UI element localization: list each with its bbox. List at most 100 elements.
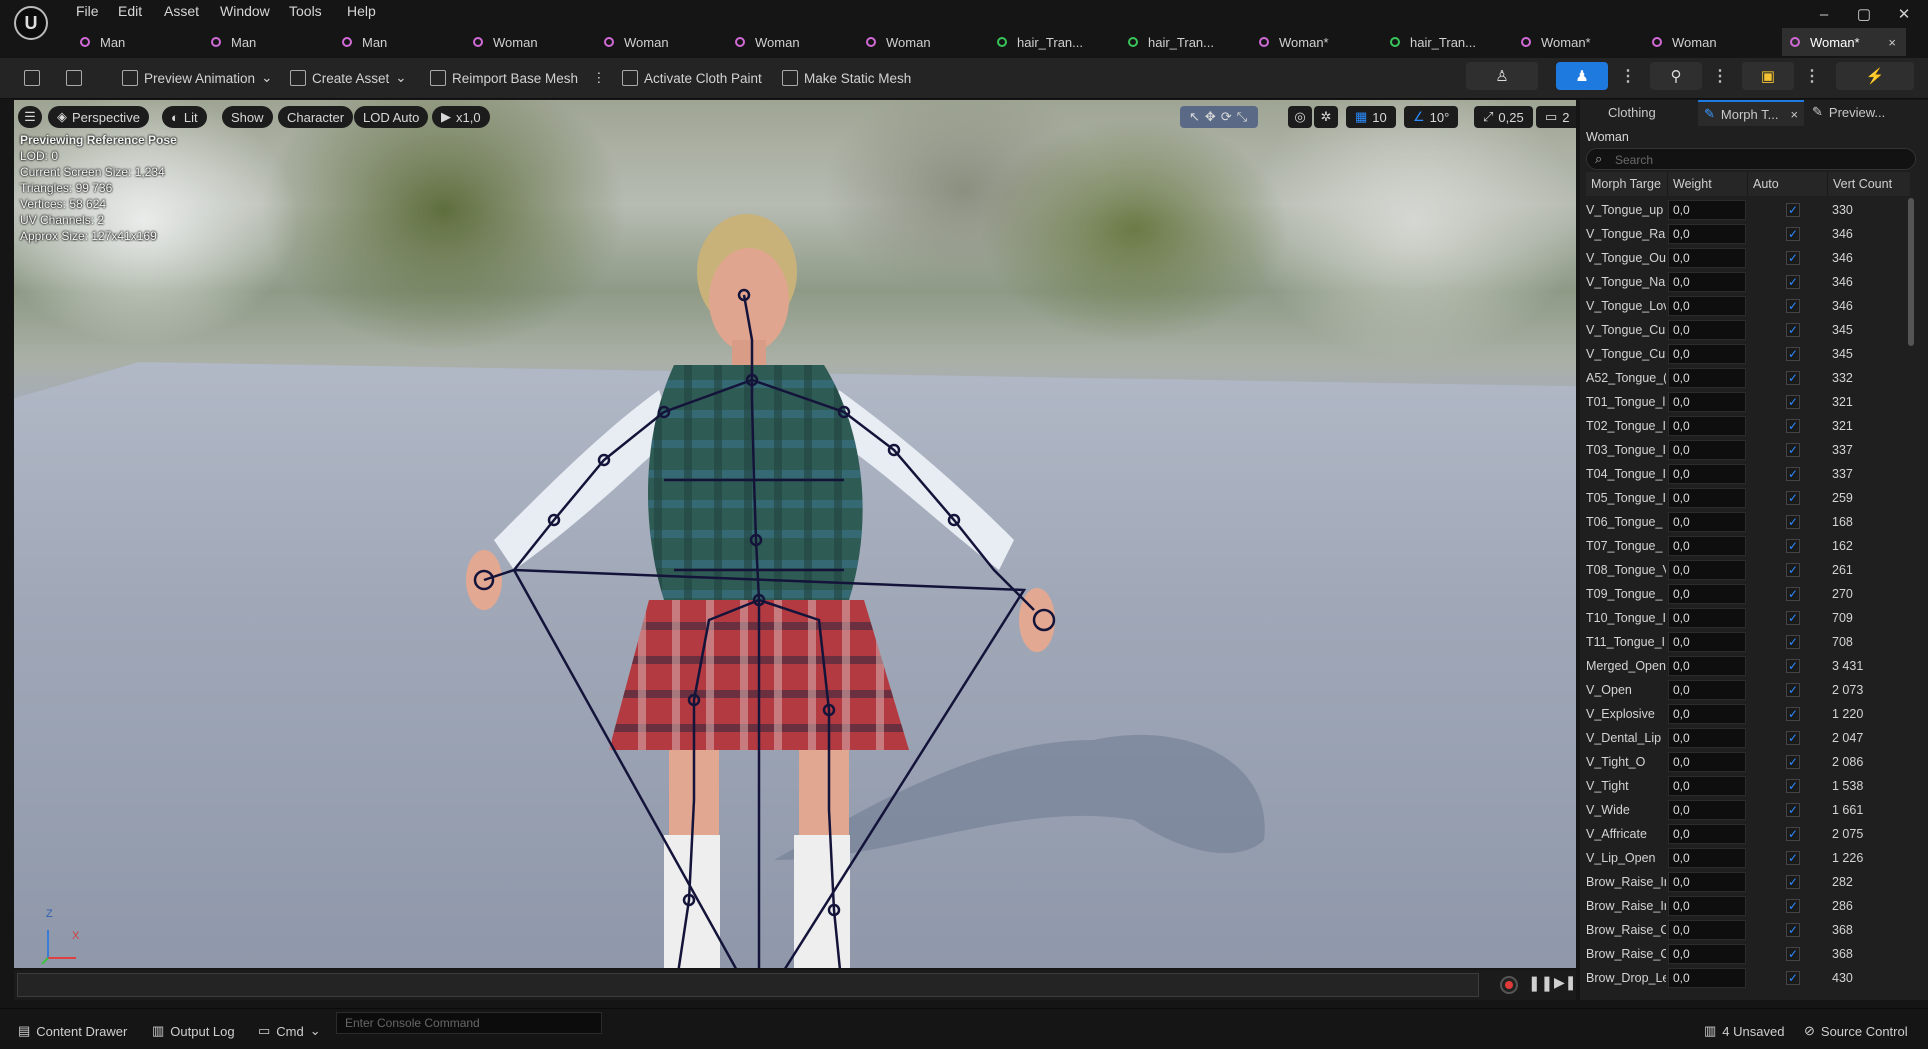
tab-woman-5[interactable]: Woman <box>1652 28 1782 56</box>
table-row[interactable]: A52_Tongue_(0,0 ✓ 332 <box>1586 366 1910 390</box>
tab-hair-1[interactable]: hair_Tran... <box>997 28 1127 56</box>
auto-checkbox[interactable]: ✓ <box>1786 395 1800 409</box>
activate-cloth-paint-button[interactable]: Activate Cloth Paint <box>622 66 762 90</box>
source-control-button[interactable]: ⊘ Source Control <box>1804 1023 1908 1039</box>
more-options-icon[interactable]: ⋮ <box>592 70 606 86</box>
animation-mode-options[interactable]: ⋮ <box>1712 66 1728 86</box>
table-row[interactable]: Brow_Raise_Ir 0,0 ✓ 286 <box>1586 894 1910 918</box>
table-row[interactable]: V_Tight 0,0 ✓ 1 538 <box>1586 774 1910 798</box>
table-row[interactable]: T09_Tongue_ 0,0 ✓ 270 <box>1586 582 1910 606</box>
tab-woman-4[interactable]: Woman <box>866 28 996 56</box>
tab-man-1[interactable]: Man <box>80 28 210 56</box>
weight-field[interactable]: 0,0 <box>1668 584 1746 604</box>
weight-field[interactable]: 0,0 <box>1668 656 1746 676</box>
auto-checkbox[interactable]: ✓ <box>1786 227 1800 241</box>
grid-snap-button[interactable]: ▦ 10 <box>1346 106 1396 128</box>
weight-field[interactable]: 0,0 <box>1668 464 1746 484</box>
table-row[interactable]: T04_Tongue_I 0,0 ✓ 337 <box>1586 462 1910 486</box>
table-row[interactable]: V_Tight_O 0,0 ✓ 2 086 <box>1586 750 1910 774</box>
auto-checkbox[interactable]: ✓ <box>1786 899 1800 913</box>
weight-field[interactable]: 0,0 <box>1668 632 1746 652</box>
auto-checkbox[interactable]: ✓ <box>1786 347 1800 361</box>
timeline-scrubber[interactable] <box>17 973 1479 997</box>
weight-field[interactable]: 0,0 <box>1668 344 1746 364</box>
tab-man-2[interactable]: Man <box>211 28 341 56</box>
weight-field[interactable]: 0,0 <box>1668 200 1746 220</box>
auto-checkbox[interactable]: ✓ <box>1786 779 1800 793</box>
tab-hair-2[interactable]: hair_Tran... <box>1128 28 1258 56</box>
close-tab-icon[interactable]: × <box>1790 107 1798 122</box>
table-row[interactable]: V_Lip_Open 0,0 ✓ 1 226 <box>1586 846 1910 870</box>
auto-checkbox[interactable]: ✓ <box>1786 587 1800 601</box>
table-row[interactable]: V_Open 0,0 ✓ 2 073 <box>1586 678 1910 702</box>
table-row[interactable]: T10_Tongue_I 0,0 ✓ 709 <box>1586 606 1910 630</box>
weight-field[interactable]: 0,0 <box>1668 296 1746 316</box>
auto-checkbox[interactable]: ✓ <box>1786 539 1800 553</box>
blueprint-mode-button[interactable]: ▣ <box>1742 62 1794 90</box>
table-row[interactable]: V_Tongue_Na 0,0 ✓ 346 <box>1586 270 1910 294</box>
minimize-button[interactable]: – <box>1804 4 1844 26</box>
tab-woman-unsaved-2[interactable]: Woman* <box>1521 28 1651 56</box>
weight-field[interactable]: 0,0 <box>1668 488 1746 508</box>
weight-field[interactable]: 0,0 <box>1668 944 1746 964</box>
auto-checkbox[interactable]: ✓ <box>1786 467 1800 481</box>
make-static-mesh-button[interactable]: Make Static Mesh <box>782 66 911 90</box>
rotation-snap-button[interactable]: ∠ 10° <box>1404 106 1459 128</box>
auto-checkbox[interactable]: ✓ <box>1786 563 1800 577</box>
table-row[interactable]: Merged_Open 0,0 ✓ 3 431 <box>1586 654 1910 678</box>
tab-hair-3[interactable]: hair_Tran... <box>1390 28 1520 56</box>
perspective-button[interactable]: ◈ Perspective <box>48 106 149 128</box>
camera-speed-button[interactable]: ▭ 2 <box>1536 106 1576 128</box>
menu-help[interactable]: Help <box>347 3 376 19</box>
console-command-input[interactable] <box>343 1013 597 1033</box>
weight-field[interactable]: 0,0 <box>1668 392 1746 412</box>
weight-field[interactable]: 0,0 <box>1668 560 1746 580</box>
auto-checkbox[interactable]: ✓ <box>1786 731 1800 745</box>
play-rate-button[interactable]: ▶ x1,0 <box>432 106 490 128</box>
auto-checkbox[interactable]: ✓ <box>1786 755 1800 769</box>
auto-checkbox[interactable]: ✓ <box>1786 827 1800 841</box>
auto-checkbox[interactable]: ✓ <box>1786 275 1800 289</box>
weight-field[interactable]: 0,0 <box>1668 920 1746 940</box>
skeleton-mode-button[interactable]: ♙ <box>1466 62 1538 90</box>
auto-checkbox[interactable]: ✓ <box>1786 947 1800 961</box>
mesh-mode-button[interactable]: ♟ <box>1556 62 1608 90</box>
table-row[interactable]: V_Affricate 0,0 ✓ 2 075 <box>1586 822 1910 846</box>
table-row[interactable]: V_Dental_Lip 0,0 ✓ 2 047 <box>1586 726 1910 750</box>
auto-checkbox[interactable]: ✓ <box>1786 707 1800 721</box>
viewport-menu-button[interactable]: ☰ <box>18 106 42 128</box>
physics-mode-button[interactable]: ⚡ <box>1836 62 1914 90</box>
table-row[interactable]: Brow_Raise_C 0,0 ✓ 368 <box>1586 918 1910 942</box>
morph-search-input[interactable] <box>1613 151 1907 169</box>
table-row[interactable]: T11_Tongue_I 0,0 ✓ 708 <box>1586 630 1910 654</box>
auto-checkbox[interactable]: ✓ <box>1786 491 1800 505</box>
menu-file[interactable]: File <box>76 3 99 19</box>
weight-field[interactable]: 0,0 <box>1668 968 1746 988</box>
surface-snap-button[interactable]: ✲ <box>1314 106 1338 128</box>
tab-woman-active[interactable]: Woman* × <box>1782 28 1906 56</box>
col-auto[interactable]: Auto <box>1748 172 1828 196</box>
weight-field[interactable]: 0,0 <box>1668 512 1746 532</box>
maximize-button[interactable]: ▢ <box>1844 4 1884 26</box>
auto-checkbox[interactable]: ✓ <box>1786 371 1800 385</box>
weight-field[interactable]: 0,0 <box>1668 272 1746 292</box>
weight-field[interactable]: 0,0 <box>1668 872 1746 892</box>
content-drawer-button[interactable]: ▤ Content Drawer <box>18 1023 127 1039</box>
show-button[interactable]: Show <box>222 106 273 128</box>
table-row[interactable]: T02_Tongue_I 0,0 ✓ 321 <box>1586 414 1910 438</box>
weight-field[interactable]: 0,0 <box>1668 800 1746 820</box>
auto-checkbox[interactable]: ✓ <box>1786 875 1800 889</box>
tab-man-3[interactable]: Man <box>342 28 472 56</box>
table-row[interactable]: T07_Tongue_ 0,0 ✓ 162 <box>1586 534 1910 558</box>
cmd-button[interactable]: ▭ Cmd ⌄ <box>258 1023 321 1039</box>
mesh-mode-options[interactable]: ⋮ <box>1620 66 1636 86</box>
table-row[interactable]: V_Tongue_Cur 0,0 ✓ 345 <box>1586 318 1910 342</box>
auto-checkbox[interactable]: ✓ <box>1786 851 1800 865</box>
table-row[interactable]: Brow_Raise_Ir 0,0 ✓ 282 <box>1586 870 1910 894</box>
reimport-base-mesh-button[interactable]: Reimport Base Mesh ⋮ <box>430 66 606 90</box>
weight-field[interactable]: 0,0 <box>1668 680 1746 700</box>
close-tab-icon[interactable]: × <box>1888 35 1896 50</box>
table-row[interactable]: T08_Tongue_V 0,0 ✓ 261 <box>1586 558 1910 582</box>
pause-button[interactable]: ❚❚ <box>1528 974 1553 992</box>
tab-woman-3[interactable]: Woman <box>735 28 865 56</box>
